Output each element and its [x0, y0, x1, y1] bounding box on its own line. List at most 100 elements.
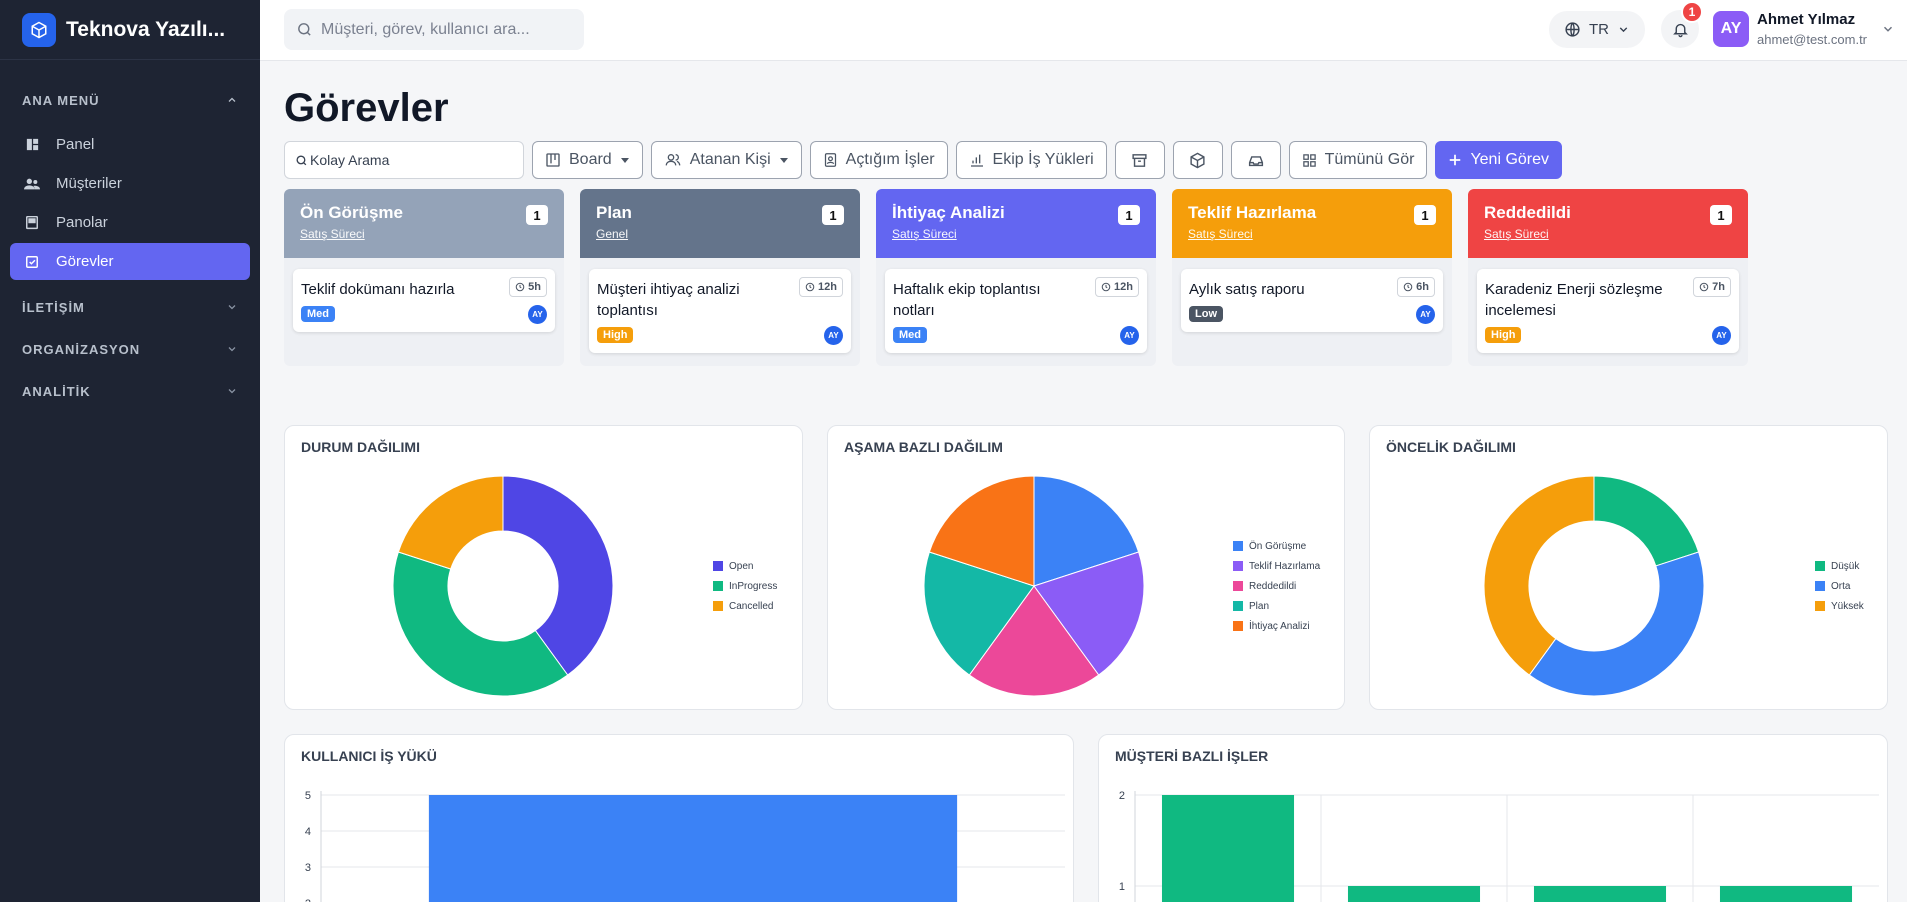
bar-chart: 21	[1119, 790, 1879, 902]
package-button[interactable]	[1172, 141, 1223, 179]
view-all-button[interactable]: Tümünü Gör	[1288, 141, 1428, 179]
stage-distribution-panel: AŞAMA BAZLI DAĞILIM Ön Görüşme Teklif Haz…	[827, 425, 1345, 710]
column-header[interactable]: Reddedildi Satış Süreci 1	[1468, 189, 1748, 258]
legend-label: Orta	[1831, 580, 1851, 592]
column-title: Ön Görüşme	[300, 203, 403, 222]
sidebar-item-boards[interactable]: Panolar	[10, 204, 250, 241]
task-card[interactable]: Aylık satış raporu 6h Low AY	[1181, 269, 1443, 332]
users-icon	[24, 176, 40, 192]
new-task-label: Yeni Görev	[1470, 151, 1550, 168]
y-tick-label: 4	[305, 826, 311, 838]
chevron-down-icon[interactable]	[1881, 22, 1895, 36]
brand[interactable]: Teknova Yazılı...	[0, 0, 260, 60]
legend-label: Ön Görüşme	[1249, 540, 1307, 552]
bar-chart: 5 4 3 2	[305, 790, 1065, 902]
sidebar-item-panel[interactable]: Panel	[10, 126, 250, 163]
column-pipeline-link[interactable]: Satış Süreci	[1188, 227, 1436, 241]
chevron-down-icon	[1619, 27, 1628, 33]
search-icon	[298, 23, 311, 36]
assignee-avatar[interactable]: AY	[1712, 325, 1731, 345]
sidebar-item-customers[interactable]: Müşteriler	[10, 165, 250, 202]
inbox-icon	[1248, 155, 1263, 166]
assignee-avatar[interactable]: AY	[528, 304, 547, 324]
assignee-avatar[interactable]: AY	[1416, 304, 1435, 324]
legend-item[interactable]: InProgress	[713, 576, 777, 596]
legend-swatch	[1233, 561, 1243, 571]
legend-item[interactable]: İhtiyaç Analizi	[1233, 616, 1320, 636]
task-card[interactable]: Karadeniz Enerji sözleşme incelemesi 7h Hi…	[1477, 269, 1739, 353]
sidebar-section-communication[interactable]: İLETİŞİM	[0, 286, 260, 328]
pie-slice-cancelled[interactable]	[397, 475, 504, 570]
sidebar-item-tasks[interactable]: Görevler	[10, 243, 250, 280]
legend-label: Yüksek	[1831, 600, 1864, 612]
legend-item[interactable]: Düşük	[1815, 556, 1864, 576]
new-task-button[interactable]: Yeni Görev	[1435, 141, 1563, 179]
legend-swatch	[1233, 541, 1243, 551]
bar[interactable]	[1719, 886, 1853, 902]
notifications-button[interactable]: 1	[1661, 1, 1703, 48]
task-card[interactable]: Haftalık ekip toplantısı notları 12h Med AY	[885, 269, 1147, 353]
search-input[interactable]	[321, 20, 571, 39]
quick-search[interactable]	[284, 141, 524, 179]
task-card[interactable]: Teklif dokümanı hazırla 5h Med AY	[293, 269, 555, 332]
column-header[interactable]: Plan Genel 1	[580, 189, 860, 258]
assignee-filter-button[interactable]: Atanan Kişi	[650, 141, 802, 179]
pie-slice-orta[interactable]	[1528, 551, 1705, 697]
archive-button[interactable]	[1114, 141, 1165, 179]
column-header[interactable]: Teklif Hazırlama Satış Süreci 1	[1172, 189, 1452, 258]
user-workload-panel: KULLANICI İŞ YÜKÜ 5432	[284, 734, 1074, 902]
caret-down-icon	[620, 158, 629, 163]
language-selector[interactable]: TR	[1549, 11, 1645, 48]
estimate-badge: 7h	[1693, 277, 1731, 297]
legend-item[interactable]: Cancelled	[713, 596, 777, 616]
main-menu-section[interactable]: ANA MENÜ	[0, 90, 260, 110]
legend-item[interactable]: Teklif Hazırlama	[1233, 556, 1320, 576]
pie-slice-inprogress[interactable]	[392, 551, 569, 697]
avatar[interactable]: AY	[1713, 11, 1749, 47]
sidebar-item-label: Müşteriler	[56, 175, 122, 192]
dashboard-icon	[24, 137, 40, 153]
column-pipeline-link[interactable]: Satış Süreci	[892, 227, 1140, 241]
global-search[interactable]	[284, 9, 584, 50]
task-card[interactable]: Müşteri ihtiyaç analizi toplantısı 12h Hig…	[589, 269, 851, 353]
column-header[interactable]: İhtiyaç Analizi Satış Süreci 1	[876, 189, 1156, 258]
legend-item[interactable]: Open	[713, 556, 777, 576]
bar[interactable]	[428, 795, 958, 902]
pie-slice-düşük[interactable]	[1593, 475, 1700, 567]
sidebar-section-analytics[interactable]: ANALİTİK	[0, 370, 260, 412]
y-tick-label: 2	[305, 898, 311, 902]
user-email: ahmet@test.com.tr	[1757, 32, 1868, 47]
inbox-button[interactable]	[1230, 141, 1281, 179]
sidebar-section-organization[interactable]: ORGANİZASYON	[0, 328, 260, 370]
bar[interactable]	[1533, 886, 1667, 902]
estimate-badge: 12h	[1095, 277, 1139, 297]
legend-item[interactable]: Ön Görüşme	[1233, 536, 1320, 556]
chevron-down-icon	[228, 305, 236, 310]
column-count-badge: 1	[1710, 205, 1732, 225]
legend-item[interactable]: Yüksek	[1815, 596, 1864, 616]
column-header[interactable]: Ön Görüşme Satış Süreci 1	[284, 189, 564, 258]
clock-icon	[1101, 282, 1111, 292]
board-view-button[interactable]: Board	[532, 141, 643, 179]
quick-search-input[interactable]	[310, 152, 510, 168]
opened-by-me-button[interactable]: Açtığım İşler	[809, 141, 948, 179]
assignee-avatar[interactable]: AY	[1120, 325, 1139, 345]
bar[interactable]	[1347, 886, 1481, 902]
clock-icon	[515, 282, 525, 292]
priority-badge: High	[1485, 327, 1522, 343]
column-pipeline-link[interactable]: Satış Süreci	[1484, 227, 1732, 241]
user-name[interactable]: Ahmet Yılmaz	[1757, 11, 1855, 28]
board-view-label: Board	[569, 151, 612, 168]
assignee-avatar[interactable]: AY	[824, 325, 843, 345]
language-code: TR	[1589, 21, 1609, 38]
bar[interactable]	[1161, 795, 1295, 902]
priority-distribution-panel: ÖNCELİK DAĞILIMI Düşük Orta Yüksek	[1369, 425, 1888, 710]
legend-item[interactable]: Reddedildi	[1233, 576, 1320, 596]
column-pipeline-link[interactable]: Satış Süreci	[300, 227, 548, 241]
priority-badge: Med	[893, 327, 927, 343]
team-workload-button[interactable]: Ekip İş Yükleri	[955, 141, 1107, 179]
legend-item[interactable]: Plan	[1233, 596, 1320, 616]
column-pipeline-link[interactable]: Genel	[596, 227, 844, 241]
pie-slice-yüksek[interactable]	[1483, 475, 1595, 676]
legend-item[interactable]: Orta	[1815, 576, 1864, 596]
